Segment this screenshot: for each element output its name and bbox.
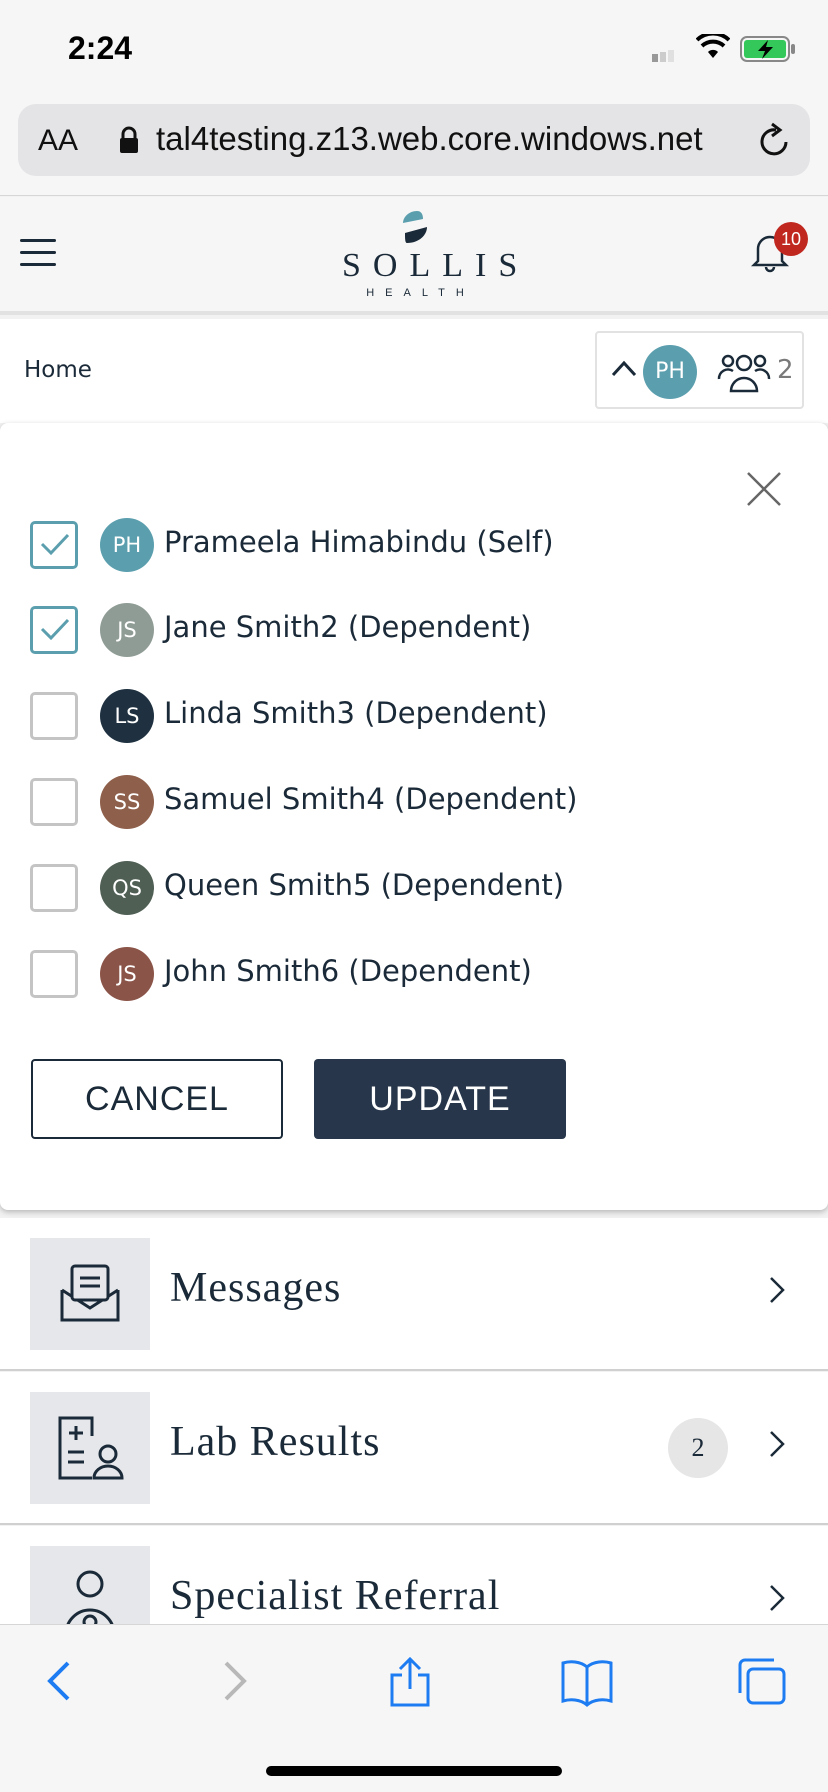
member-checkbox[interactable] <box>30 521 78 569</box>
logo-name: SOLLIS <box>342 247 530 284</box>
checkmark-icon <box>40 533 70 556</box>
member-name: Samuel Smith4 (Dependent) <box>164 782 578 816</box>
member-name: Jane Smith2 (Dependent) <box>164 610 532 644</box>
count-badge: 2 <box>668 1418 728 1478</box>
battery-charging-icon <box>740 36 795 62</box>
cancel-button[interactable]: CANCEL <box>31 1059 283 1139</box>
menu-icon[interactable] <box>20 239 56 269</box>
forward-icon[interactable] <box>220 1657 252 1707</box>
menu-item-label: Lab Results <box>170 1419 381 1465</box>
avatar: JS <box>100 603 154 657</box>
lock-icon <box>120 126 138 153</box>
url-text[interactable]: tal4testing.z13.web.core.windows.net <box>156 120 703 158</box>
app-header: SOLLIS HEALTH <box>0 197 828 315</box>
avatar: PH <box>100 518 154 572</box>
checkmark-icon <box>40 618 70 641</box>
home-indicator <box>266 1766 562 1776</box>
logo-subtitle: HEALTH <box>366 287 475 299</box>
update-button[interactable]: UPDATE <box>314 1059 566 1139</box>
menu-item-lab-results[interactable]: Lab Results 2 <box>0 1372 828 1525</box>
people-group-icon <box>717 354 771 393</box>
member-name: Queen Smith5 (Dependent) <box>164 868 565 902</box>
back-icon[interactable] <box>42 1657 74 1707</box>
chevron-right-icon <box>770 1277 785 1303</box>
bookmarks-icon[interactable] <box>560 1657 614 1707</box>
member-count: 2 <box>777 355 794 385</box>
avatar: JS <box>100 947 154 1001</box>
messages-icon <box>30 1238 150 1350</box>
member-checkbox[interactable] <box>30 606 78 654</box>
avatar: PH <box>643 345 697 399</box>
member-checkbox[interactable] <box>30 864 78 912</box>
logo-mark-icon <box>403 211 427 243</box>
close-icon[interactable] <box>744 469 784 509</box>
wifi-icon <box>696 34 730 58</box>
member-row[interactable]: PH Prameela Himabindu (Self) <box>0 515 828 575</box>
cellular-signal-icon <box>652 50 674 62</box>
member-row[interactable]: SS Samuel Smith4 (Dependent) <box>0 772 828 832</box>
avatar: LS <box>100 689 154 743</box>
tabs-icon[interactable] <box>736 1657 788 1707</box>
chevron-right-icon <box>770 1431 785 1457</box>
member-name: John Smith6 (Dependent) <box>164 954 532 988</box>
chevron-right-icon <box>770 1585 785 1611</box>
member-row[interactable]: QS Queen Smith5 (Dependent) <box>0 858 828 918</box>
breadcrumb[interactable]: Home <box>24 357 92 383</box>
browser-address-area: AA tal4testing.z13.web.core.windows.net <box>0 96 828 196</box>
member-row[interactable]: JS John Smith6 (Dependent) <box>0 944 828 1004</box>
status-bar: 2:24 <box>0 0 828 96</box>
clock: 2:24 <box>68 30 133 66</box>
notification-badge[interactable]: 10 <box>774 222 808 256</box>
member-row[interactable]: LS Linda Smith3 (Dependent) <box>0 686 828 746</box>
menu-item-messages[interactable]: Messages <box>0 1218 828 1371</box>
member-checkbox[interactable] <box>30 950 78 998</box>
avatar: QS <box>100 861 154 915</box>
menu-item-label: Specialist Referral <box>170 1573 501 1619</box>
member-selector-button[interactable]: PH 2 <box>595 331 804 409</box>
menu-item-label: Messages <box>170 1265 342 1311</box>
reload-icon[interactable] <box>758 122 792 158</box>
member-checkbox[interactable] <box>30 778 78 826</box>
member-name: Linda Smith3 (Dependent) <box>164 696 548 730</box>
text-size-button[interactable]: AA <box>38 124 78 158</box>
lab-results-icon <box>30 1392 150 1504</box>
breadcrumb-row: Home PH 2 <box>0 319 828 423</box>
member-checkbox[interactable] <box>30 692 78 740</box>
member-row[interactable]: JS Jane Smith2 (Dependent) <box>0 600 828 660</box>
address-bar[interactable]: AA tal4testing.z13.web.core.windows.net <box>18 104 810 176</box>
share-icon[interactable] <box>388 1657 432 1707</box>
avatar: SS <box>100 775 154 829</box>
chevron-up-icon <box>611 360 637 377</box>
member-name: Prameela Himabindu (Self) <box>164 525 554 559</box>
member-selection-dialog: PH Prameela Himabindu (Self) JS Jane Smi… <box>0 423 828 1210</box>
sollis-logo[interactable]: SOLLIS HEALTH <box>330 209 530 299</box>
